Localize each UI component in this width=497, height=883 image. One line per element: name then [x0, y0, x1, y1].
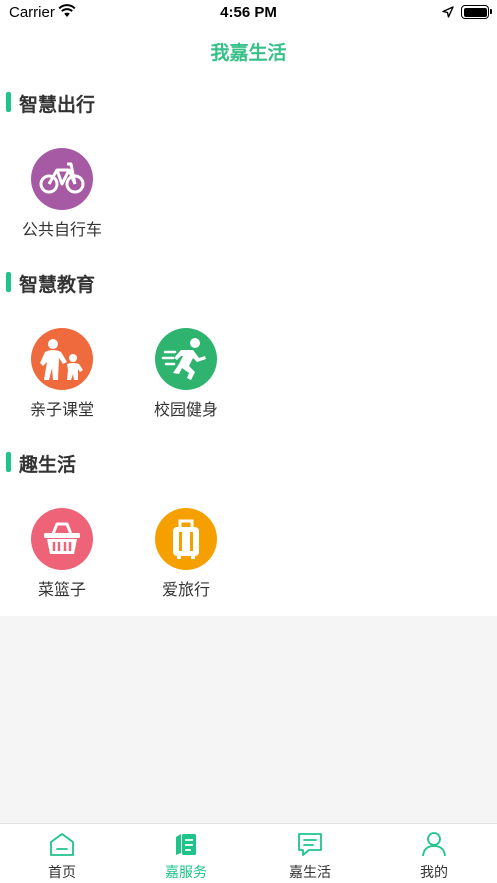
- status-time: 4:56 PM: [220, 4, 277, 21]
- basket-icon: [31, 508, 93, 570]
- tab-label: 我的: [420, 865, 448, 881]
- service-public-bicycle[interactable]: 公共自行车: [14, 148, 110, 240]
- tab-life[interactable]: 嘉生活: [248, 824, 372, 883]
- navigation-bar: 我嘉生活: [0, 26, 497, 74]
- service-label: 亲子课堂: [29, 400, 94, 419]
- service-label: 校园健身: [153, 400, 218, 419]
- service-label: 爱旅行: [161, 580, 210, 599]
- tab-label: 首页: [48, 865, 76, 881]
- bicycle-icon: [31, 148, 93, 210]
- service-book-icon: [176, 834, 196, 855]
- section-accent-bar: [6, 272, 11, 292]
- section-title: 趣生活: [19, 454, 77, 476]
- battery-icon: [461, 5, 492, 19]
- chat-icon: [298, 833, 322, 856]
- service-label: 公共自行车: [21, 220, 102, 239]
- running-icon: [155, 328, 217, 390]
- section-title: 智慧教育: [19, 274, 96, 296]
- parent-child-icon: [31, 328, 93, 390]
- status-bar: Carrier 4:56 PM: [0, 0, 497, 26]
- suitcase-icon: [155, 508, 217, 570]
- service-label: 菜篮子: [37, 580, 86, 599]
- service-vegetable-basket[interactable]: 菜篮子: [14, 508, 110, 600]
- home-icon: [50, 833, 74, 856]
- tab-label: 嘉生活: [289, 865, 331, 881]
- service-campus-fitness[interactable]: 校园健身: [138, 328, 234, 420]
- tab-mine[interactable]: 我的: [372, 824, 496, 883]
- user-icon: [422, 832, 446, 857]
- page-title: 我嘉生活: [210, 42, 287, 64]
- section-title: 智慧出行: [19, 94, 96, 116]
- services-panel: 智慧出行 公共自行车 智慧教育 亲子课堂 校园健身 趣生活 菜篮子 爱旅行: [0, 74, 497, 616]
- location-arrow-icon: [442, 6, 454, 18]
- section-accent-bar: [6, 452, 11, 472]
- tab-bar: 首页 嘉服务 嘉生活 我的: [0, 823, 497, 883]
- service-love-travel[interactable]: 爱旅行: [138, 508, 234, 600]
- service-parent-child-class[interactable]: 亲子课堂: [14, 328, 110, 420]
- tab-label: 嘉服务: [165, 865, 207, 881]
- tab-home[interactable]: 首页: [0, 824, 124, 883]
- tab-services[interactable]: 嘉服务: [124, 824, 248, 883]
- section-accent-bar: [6, 92, 11, 112]
